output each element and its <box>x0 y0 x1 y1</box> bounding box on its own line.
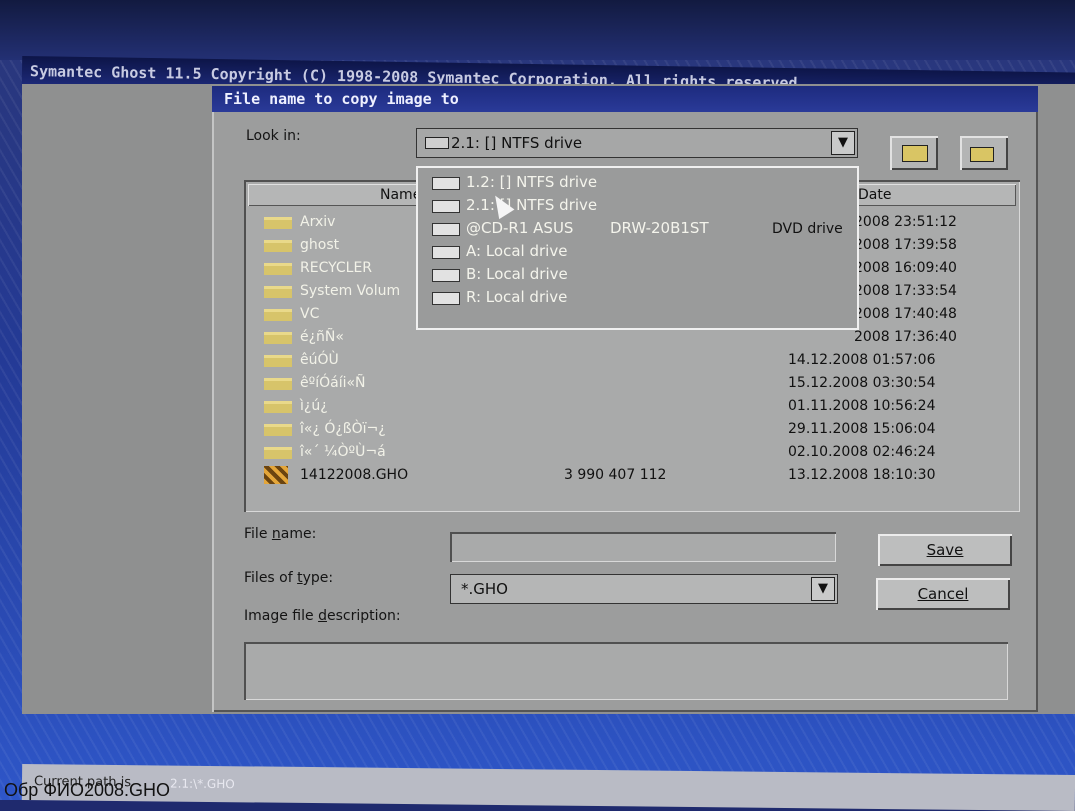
look-in-select[interactable]: 2.1: [] NTFS drive ▼ <box>416 128 858 158</box>
hard-drive-icon <box>425 137 449 149</box>
file-name-cell: î«¿ Ó¿ßÒï¬¿ <box>300 421 386 437</box>
file-date-cell: 01.11.2008 10:56:24 <box>788 398 936 414</box>
folder-icon <box>264 263 292 275</box>
file-name-cell: é¿ñÑ« <box>300 329 344 345</box>
dropdown-item[interactable]: B: Local drive <box>432 264 852 286</box>
dvd-drive-icon <box>432 223 460 236</box>
folder-icon <box>264 332 292 344</box>
dropdown-item[interactable]: R: Local drive <box>432 287 852 309</box>
file-name-cell: î«´ ¼ÒºÙ¬á <box>300 444 386 460</box>
folder-icon <box>264 355 292 367</box>
dialog-title: File name to copy image to <box>212 86 1038 112</box>
up-folder-button[interactable] <box>890 136 938 170</box>
cancel-button[interactable]: Cancel <box>876 578 1010 610</box>
file-date-cell: 2008 17:33:54 <box>854 283 957 299</box>
floppy-drive-icon <box>432 246 460 259</box>
table-row[interactable]: î«´ ¼ÒºÙ¬á 02.10.2008 02:46:24 <box>264 442 1014 464</box>
file-date-cell: 2008 23:51:12 <box>854 214 957 230</box>
folder-icon <box>264 240 292 252</box>
folder-icon <box>264 424 292 436</box>
look-in-dropdown-list: 1.2: [] NTFS drive 2.1: [] NTFS drive @CD-… <box>416 166 859 330</box>
look-in-value: 2.1: [] NTFS drive <box>451 134 583 152</box>
folder-icon <box>264 217 292 229</box>
floppy-drive-icon <box>432 269 460 282</box>
files-of-type-select[interactable]: *.GHO ▼ <box>450 574 838 604</box>
dropdown-item-label: A: Local drive <box>466 242 568 260</box>
folder-icon <box>264 286 292 298</box>
table-row[interactable]: 14122008.GHO 3 990 407 112 13.12.2008 18:1… <box>264 465 1014 487</box>
file-date-cell: 2008 17:40:48 <box>854 306 957 322</box>
file-name-cell: ì¿ú¿ <box>300 398 328 414</box>
dropdown-item-label: @CD-R1 ASUS <box>466 219 574 237</box>
file-date-cell: 2008 16:09:40 <box>854 260 957 276</box>
hard-drive-icon <box>432 200 460 213</box>
folder-icon <box>264 447 292 459</box>
dropdown-item-label: 2.1: [] NTFS drive <box>466 196 598 214</box>
dropdown-item-label: B: Local drive <box>466 265 568 283</box>
file-name-cell: VC <box>300 306 320 322</box>
file-date-cell: 13.12.2008 18:10:30 <box>788 467 936 483</box>
hard-drive-icon <box>432 177 460 190</box>
file-name-cell: ghost <box>300 237 340 253</box>
dropdown-item[interactable]: @CD-R1 ASUS DRW-20B1ST DVD drive <box>432 218 852 240</box>
files-of-type-value: *.GHO <box>461 580 508 598</box>
chevron-down-icon[interactable]: ▼ <box>811 577 835 601</box>
screen-top-edge <box>0 0 1075 60</box>
folder-icon <box>264 309 292 321</box>
description-textarea[interactable] <box>244 642 1008 700</box>
file-name-cell: 14122008.GHO <box>300 467 409 483</box>
file-date-cell: 15.12.2008 03:30:54 <box>788 375 936 391</box>
file-name-cell: êºíÓáíi«Ñ <box>300 375 366 391</box>
folder-icon <box>264 378 292 390</box>
file-date-cell: 14.12.2008 01:57:06 <box>788 352 936 368</box>
file-size-cell: 3 990 407 112 <box>564 467 667 483</box>
folder-up-icon <box>902 145 928 162</box>
file-date-cell: 02.10.2008 02:46:24 <box>788 444 936 460</box>
file-date-cell: 29.11.2008 15:06:04 <box>788 421 936 437</box>
dropdown-item[interactable]: 1.2: [] NTFS drive <box>432 172 852 194</box>
dropdown-item-type: DVD drive <box>772 221 843 237</box>
folder-icon <box>264 401 292 413</box>
dropdown-item-label: 1.2: [] NTFS drive <box>466 173 598 191</box>
new-folder-button[interactable] <box>960 136 1008 170</box>
table-row[interactable]: êúÓÙ 14.12.2008 01:57:06 <box>264 350 1014 372</box>
look-in-label: Look in: <box>246 128 301 144</box>
file-date-cell: 2008 17:36:40 <box>854 329 957 345</box>
table-row[interactable]: é¿ñÑ« 2008 17:36:40 <box>264 327 1014 349</box>
dropdown-item-model: DRW-20B1ST <box>610 219 709 237</box>
ghost-screen: Symantec Ghost 11.5 Copyright (C) 1998-2… <box>0 0 1075 811</box>
chevron-down-icon[interactable]: ▼ <box>831 131 855 155</box>
table-row[interactable]: êºíÓáíi«Ñ 15.12.2008 03:30:54 <box>264 373 1014 395</box>
table-row[interactable]: î«¿ Ó¿ßÒï¬¿ 29.11.2008 15:06:04 <box>264 419 1014 441</box>
column-header-date[interactable]: Date <box>852 184 1016 206</box>
file-name-cell: System Volum <box>300 283 401 299</box>
file-name-cell: êúÓÙ <box>300 352 339 368</box>
file-name-cell: Arxiv <box>300 214 336 230</box>
overlay-caption: Обр ФИО2008.GHO <box>4 780 170 800</box>
files-of-type-label: Files of type: <box>244 570 334 586</box>
file-name-cell: RECYCLER <box>300 260 373 276</box>
ghost-image-icon <box>264 466 288 484</box>
file-name-field[interactable] <box>450 532 836 562</box>
description-label: Image file description: <box>244 608 401 624</box>
dropdown-item-label: R: Local drive <box>466 288 568 306</box>
save-button[interactable]: Save <box>878 534 1012 566</box>
file-name-label: File name: <box>244 526 317 542</box>
new-folder-icon <box>970 147 994 162</box>
dropdown-item[interactable]: A: Local drive <box>432 241 852 263</box>
local-drive-icon <box>432 292 460 305</box>
table-row[interactable]: ì¿ú¿ 01.11.2008 10:56:24 <box>264 396 1014 418</box>
file-date-cell: 2008 17:39:58 <box>854 237 957 253</box>
